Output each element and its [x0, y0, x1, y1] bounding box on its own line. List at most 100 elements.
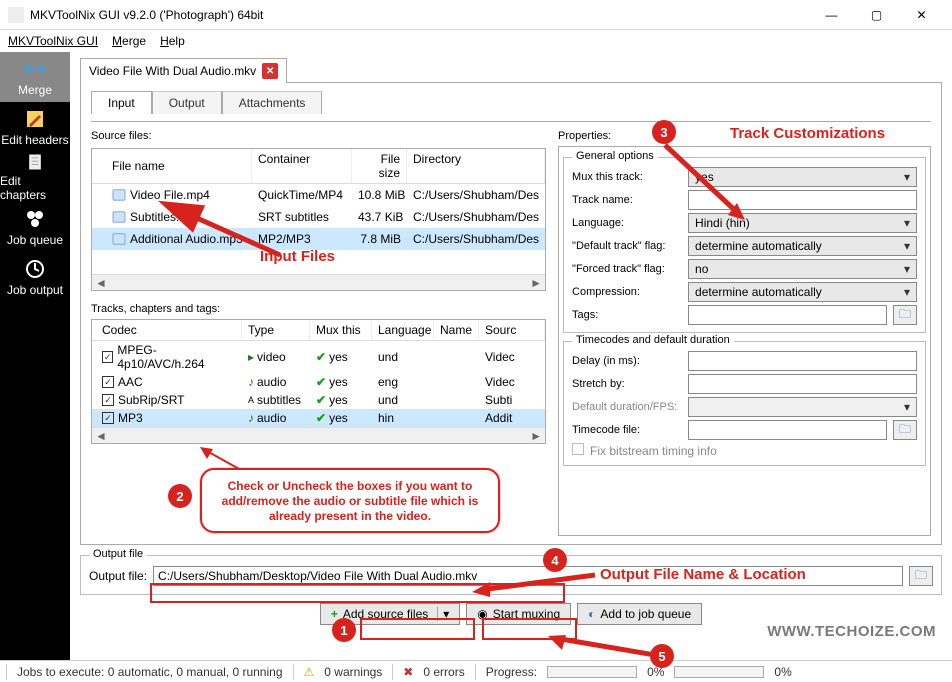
track-checkbox[interactable]: ✓: [102, 376, 114, 388]
h-scrollbar[interactable]: ◄►: [92, 427, 545, 443]
inner-tabs: Input Output Attachments: [91, 91, 931, 114]
maximize-button[interactable]: ▢: [854, 1, 899, 29]
queue-icon: ◐: [588, 607, 595, 621]
forced-flag-select[interactable]: no▾: [688, 259, 917, 279]
progress-bar-1: [547, 666, 637, 678]
status-errors[interactable]: 0 errors: [423, 665, 464, 679]
chevron-down-icon: ▾: [904, 216, 910, 230]
menu-merge[interactable]: Merge: [112, 34, 146, 48]
progress-1-text: 0%: [647, 665, 664, 679]
annotation-watermark: WWW.TECHOIZE.COM: [767, 623, 936, 640]
browse-output-button[interactable]: 🗀: [909, 566, 933, 586]
track-checkbox[interactable]: ✓: [102, 394, 114, 406]
col-type[interactable]: Type: [242, 320, 310, 340]
source-files-table: File name Container File size Directory …: [91, 148, 546, 291]
merge-icon: [23, 57, 47, 81]
main-area: Video File With Dual Audio.mkv ✕ Input O…: [70, 52, 952, 660]
group-legend: Timecodes and default duration: [572, 334, 734, 346]
tracks-table: Codec Type Mux this Language Name Sourc …: [91, 319, 546, 444]
check-icon: ✔: [316, 411, 326, 425]
file-tab-close-icon[interactable]: ✕: [262, 63, 278, 79]
status-warnings[interactable]: 0 warnings: [324, 665, 382, 679]
subtitle-icon: A: [248, 395, 254, 405]
error-icon: ✖: [403, 665, 413, 679]
menu-help[interactable]: Help: [160, 34, 185, 48]
chevron-down-icon: ▾: [904, 262, 910, 276]
add-source-files-button[interactable]: +Add source files: [320, 603, 460, 625]
source-file-row[interactable]: Video File.mp4 QuickTime/MP4 10.8 MiB C:…: [92, 184, 545, 206]
fix-bitstream-checkbox[interactable]: [572, 443, 584, 455]
mux-this-track-select[interactable]: yes▾: [688, 167, 917, 187]
col-directory[interactable]: Directory: [407, 149, 545, 183]
col-filename[interactable]: File name: [92, 149, 252, 183]
edit-chapters-icon: [23, 152, 47, 172]
track-checkbox[interactable]: ✓: [102, 412, 114, 424]
window-title: MKVToolNix GUI v9.2.0 ('Photograph') 64b…: [30, 8, 809, 22]
default-flag-select[interactable]: determine automatically▾: [688, 236, 917, 256]
sidebar-label: Merge: [18, 83, 52, 97]
play-icon: ◉: [477, 607, 487, 621]
check-icon: ✔: [316, 375, 326, 389]
sidebar-item-edit-headers[interactable]: Edit headers: [0, 102, 70, 152]
track-row[interactable]: ✓SubRip/SRT Asubtitles ✔yes undSubti: [92, 391, 545, 409]
file-tab[interactable]: Video File With Dual Audio.mkv ✕: [80, 58, 287, 83]
compression-select[interactable]: determine automatically▾: [688, 282, 917, 302]
col-source[interactable]: Sourc: [479, 320, 545, 340]
col-container[interactable]: Container: [252, 149, 352, 183]
chevron-down-icon: ▾: [904, 239, 910, 253]
h-scrollbar[interactable]: ◄►: [92, 274, 545, 290]
language-select[interactable]: Hindi (hin)▾: [688, 213, 917, 233]
title-bar: MKVToolNix GUI v9.2.0 ('Photograph') 64b…: [0, 0, 952, 30]
tab-attachments[interactable]: Attachments: [222, 91, 323, 114]
video-icon: ▸: [248, 350, 254, 364]
minimize-button[interactable]: —: [809, 1, 854, 29]
file-icon: [112, 189, 126, 201]
tab-output[interactable]: Output: [152, 91, 222, 114]
menu-mkvtoolnix[interactable]: MKVToolNix GUI: [8, 34, 98, 48]
status-bar: Jobs to execute: 0 automatic, 0 manual, …: [0, 660, 952, 682]
add-to-job-queue-button[interactable]: ◐Add to job queue: [577, 603, 702, 625]
col-name[interactable]: Name: [434, 320, 479, 340]
source-file-row[interactable]: Additional Audio.mp3 MP2/MP3 7.8 MiB C:/…: [92, 228, 545, 250]
progress-2-text: 0%: [774, 665, 791, 679]
fps-select[interactable]: ▾: [688, 397, 917, 417]
menu-bar: MKVToolNix GUI Merge Help: [0, 30, 952, 52]
stretch-input[interactable]: [688, 374, 917, 394]
col-codec[interactable]: Codec: [92, 320, 242, 340]
app-icon: [8, 7, 24, 23]
tab-input[interactable]: Input: [91, 91, 152, 114]
browse-timecode-button[interactable]: 🗀: [893, 420, 917, 440]
sidebar-item-job-queue[interactable]: Job queue: [0, 202, 70, 252]
left-sidebar: Merge Edit headers Edit chapters Job que…: [0, 52, 70, 660]
output-file-label: Output file:: [89, 569, 147, 583]
output-file-group: Output file Output file: 🗀: [80, 555, 942, 595]
job-queue-icon: [23, 207, 47, 231]
warning-icon: ⚠: [304, 665, 315, 679]
edit-headers-icon: [23, 107, 47, 131]
chevron-down-icon: ▾: [904, 400, 910, 414]
sidebar-item-merge[interactable]: Merge: [0, 52, 70, 102]
sidebar-item-edit-chapters[interactable]: Edit chapters: [0, 152, 70, 202]
source-file-row[interactable]: Subtitles.srt SRT subtitles 43.7 KiB C:/…: [92, 206, 545, 228]
timecode-file-input[interactable]: [688, 420, 887, 440]
sidebar-item-job-output[interactable]: Job output: [0, 252, 70, 302]
track-row[interactable]: ✓AAC ♪audio ✔yes engVidec: [92, 373, 545, 391]
delay-input[interactable]: [688, 351, 917, 371]
browse-tags-button[interactable]: 🗀: [893, 305, 917, 325]
track-name-input[interactable]: [688, 190, 917, 210]
group-legend: Output file: [89, 548, 147, 560]
track-row[interactable]: ✓MPEG-4p10/AVC/h.264 ▸video ✔yes undVide…: [92, 341, 545, 373]
chevron-down-icon: ▾: [904, 285, 910, 299]
col-muxthis[interactable]: Mux this: [310, 320, 372, 340]
tags-input[interactable]: [688, 305, 887, 325]
output-file-input[interactable]: [153, 566, 903, 586]
sidebar-label: Edit chapters: [0, 174, 70, 202]
track-checkbox[interactable]: ✓: [102, 351, 113, 363]
col-language[interactable]: Language: [372, 320, 434, 340]
start-muxing-button[interactable]: ◉Start muxing: [466, 603, 571, 625]
col-filesize[interactable]: File size: [352, 149, 407, 183]
audio-icon: ♪: [248, 375, 254, 389]
chevron-down-icon: ▾: [904, 170, 910, 184]
close-button[interactable]: ✕: [899, 1, 944, 29]
track-row[interactable]: ✓MP3 ♪audio ✔yes hinAddit: [92, 409, 545, 427]
